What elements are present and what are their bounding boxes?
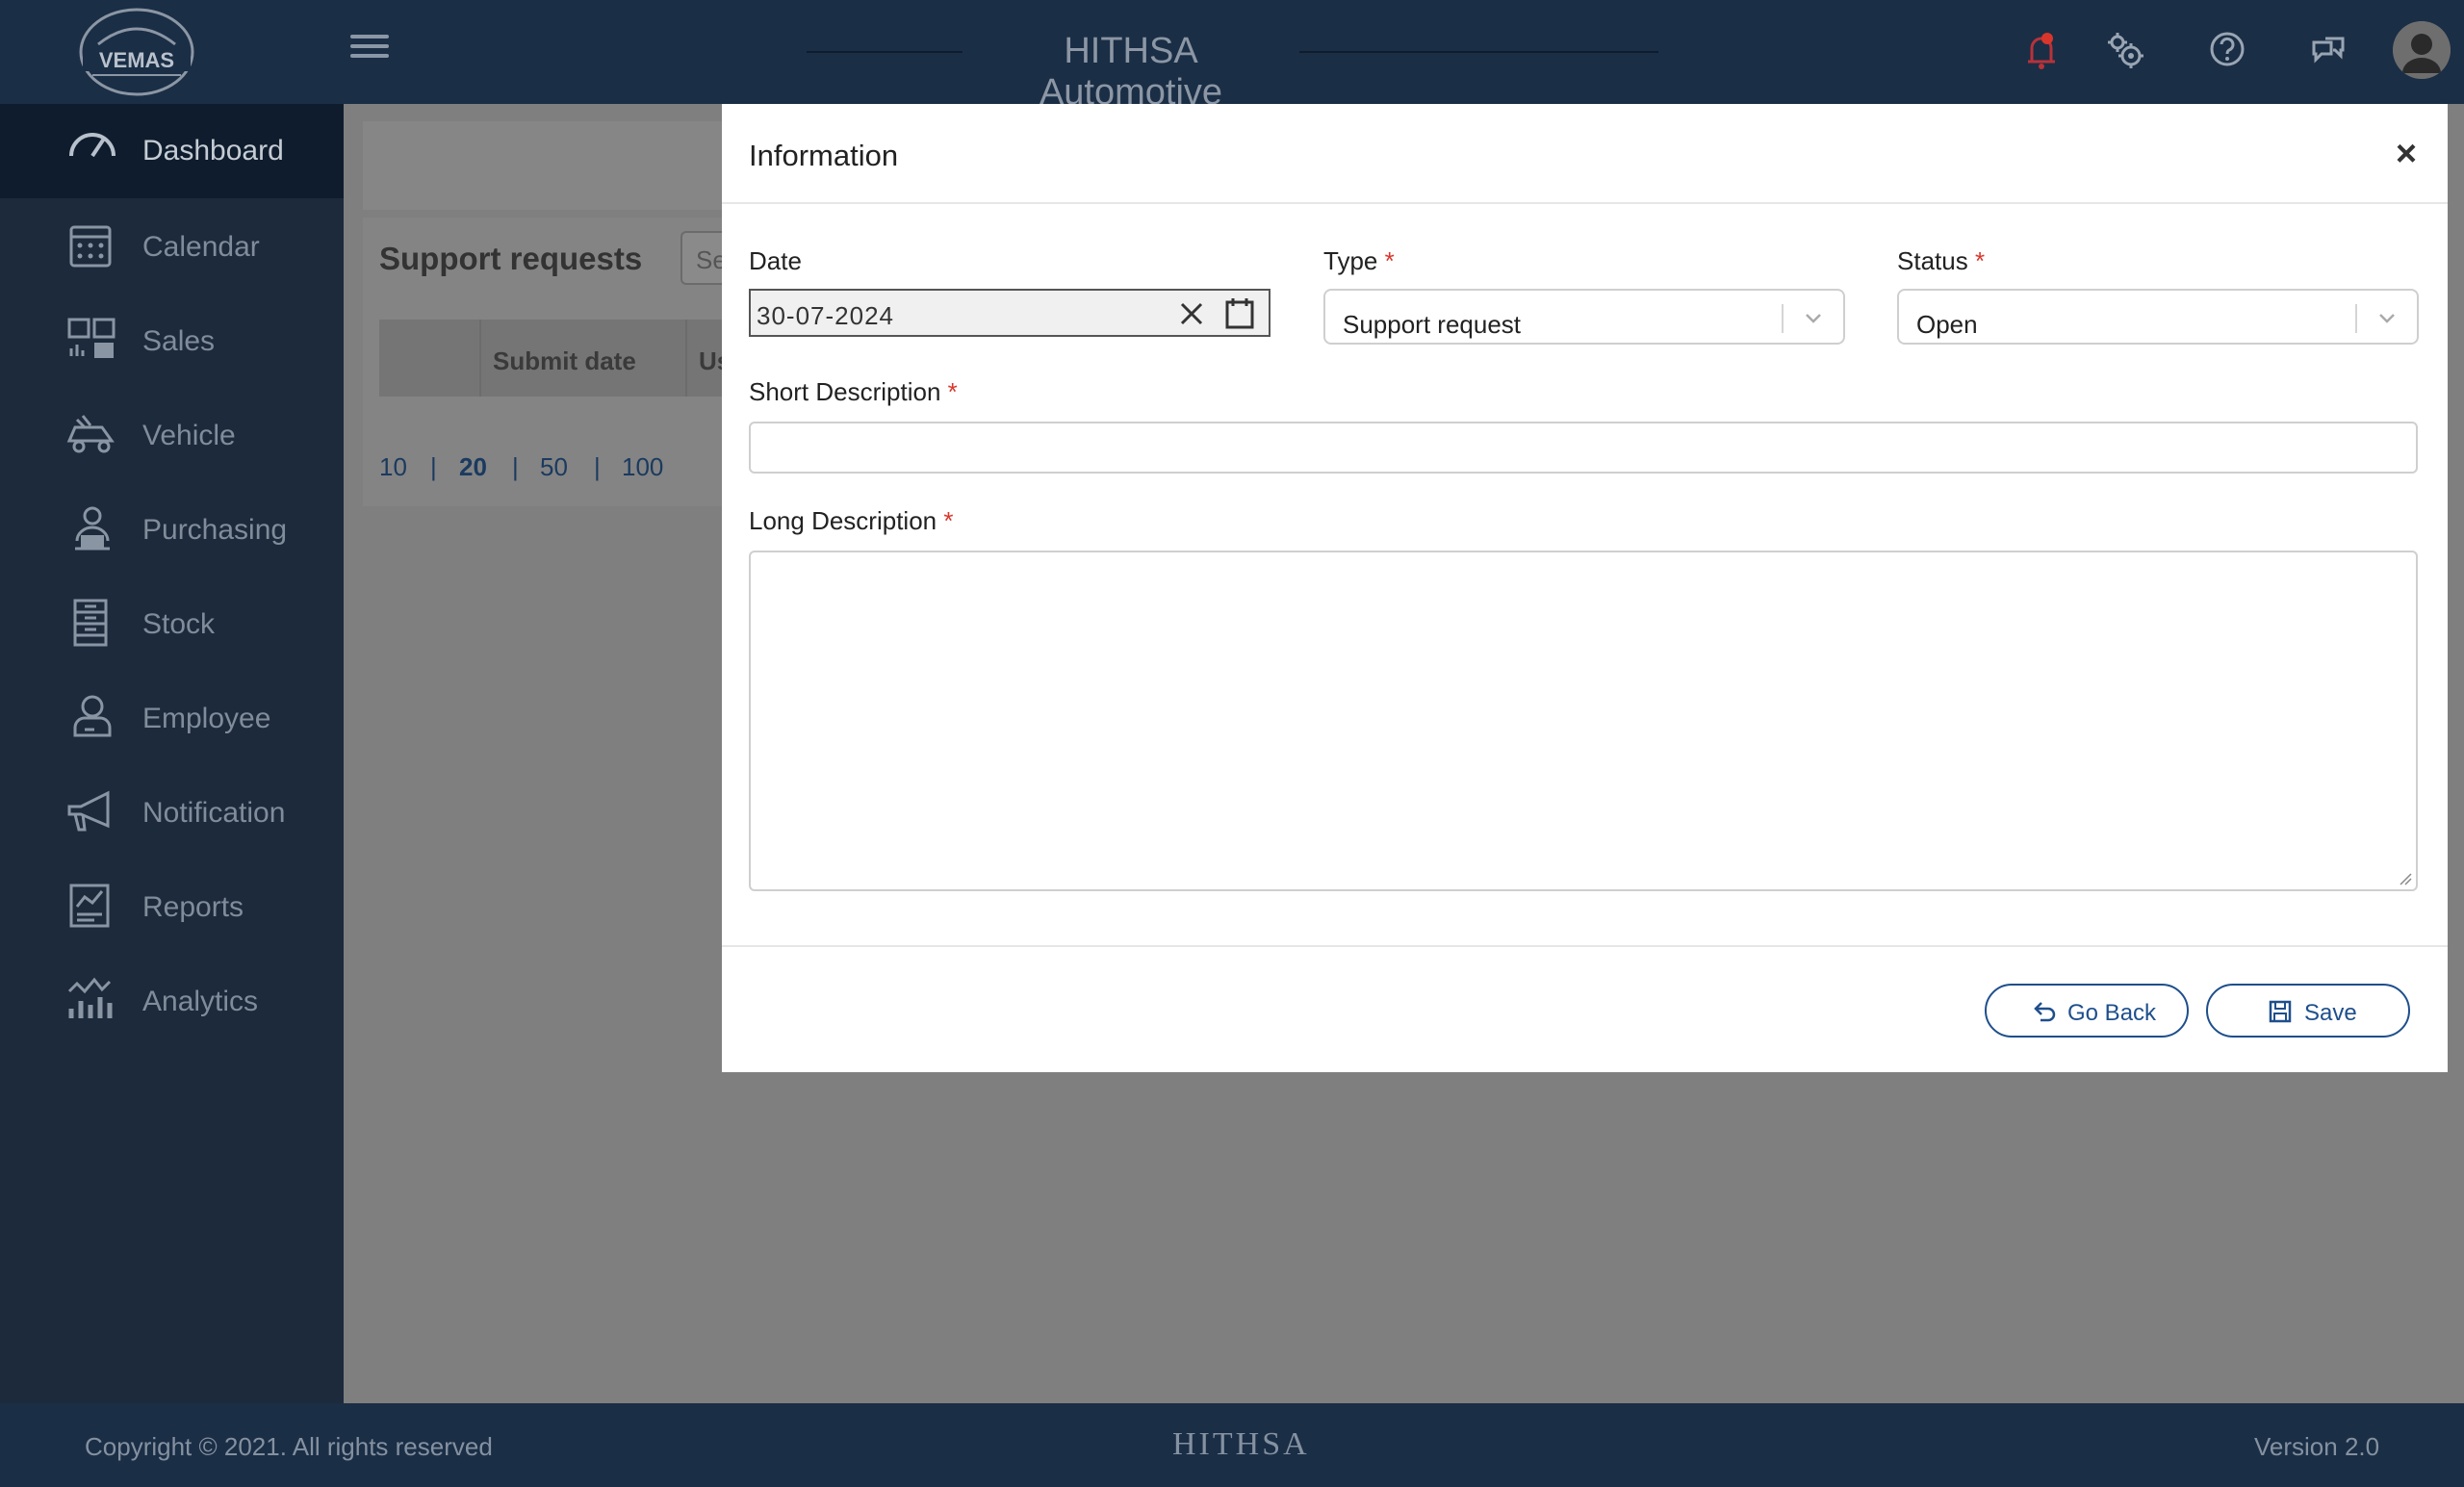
type-label: Type * bbox=[1323, 246, 1395, 276]
required-mark: * bbox=[1974, 246, 1986, 275]
sidebar-item-label: Analytics bbox=[142, 986, 259, 1017]
bell-icon[interactable] bbox=[2015, 25, 2067, 77]
status-label: Status * bbox=[1897, 246, 1985, 276]
date-value: 30-07-2024 bbox=[757, 301, 894, 330]
page-size-100[interactable]: 100 bbox=[622, 452, 663, 482]
sidebar-item-reports[interactable]: Reports bbox=[0, 860, 344, 955]
go-back-button[interactable]: Go Back bbox=[1985, 984, 2189, 1038]
speedometer-icon bbox=[69, 133, 116, 158]
sales-icon bbox=[67, 318, 116, 358]
sidebar-item-dashboard[interactable]: Dashboard bbox=[0, 104, 344, 198]
purchasing-icon bbox=[75, 506, 110, 551]
footer: Copyright © 2021. All rights reserved HI… bbox=[0, 1403, 2464, 1487]
reports-icon bbox=[69, 884, 110, 928]
modal-header: Information × bbox=[722, 104, 2448, 204]
megaphone-icon bbox=[67, 790, 110, 832]
page-size-10[interactable]: 10 bbox=[379, 452, 407, 482]
modal-title: Information bbox=[749, 139, 899, 172]
sidebar-item-stock[interactable]: Stock bbox=[0, 577, 344, 672]
sidebar-item-employee[interactable]: Employee bbox=[0, 672, 344, 766]
sidebar-item-analytics[interactable]: Analytics bbox=[0, 955, 344, 1049]
clear-date-icon[interactable] bbox=[1174, 296, 1209, 331]
top-bar: VEMAS HITHSA Automotive bbox=[0, 0, 2464, 114]
sidebar-item-notification[interactable]: Notification bbox=[0, 766, 344, 860]
information-modal: Information × Date 30-07-2024 Type * Sup… bbox=[722, 104, 2448, 1072]
help-icon[interactable] bbox=[2201, 25, 2253, 77]
sidebar-item-label: Notification bbox=[142, 797, 286, 829]
user-avatar[interactable] bbox=[2393, 21, 2451, 79]
sidebar-item-purchasing[interactable]: Purchasing bbox=[0, 483, 344, 577]
sidebar-item-vehicle[interactable]: Vehicle bbox=[0, 389, 344, 483]
vehicle-icon bbox=[66, 415, 115, 453]
analytics-icon bbox=[67, 977, 113, 1018]
menu-toggle-icon[interactable] bbox=[350, 29, 389, 67]
stock-icon bbox=[73, 599, 108, 647]
page-size-20[interactable]: 20 bbox=[459, 452, 487, 482]
page-size-50[interactable]: 50 bbox=[540, 452, 568, 482]
calendar-icon bbox=[69, 225, 112, 268]
sidebar-item-sales[interactable]: Sales bbox=[0, 295, 344, 389]
gears-icon[interactable] bbox=[2100, 25, 2152, 77]
save-label: Save bbox=[2304, 1000, 2357, 1026]
employee-icon bbox=[73, 695, 112, 737]
copyright-text: Copyright © 2021. All rights reserved bbox=[85, 1432, 493, 1461]
save-button[interactable]: Save bbox=[2206, 984, 2410, 1038]
sidebar-item-label: Purchasing bbox=[142, 514, 288, 546]
footer-brand: HITHSA bbox=[1172, 1426, 1310, 1462]
date-label: Date bbox=[749, 246, 802, 275]
date-field[interactable]: 30-07-2024 bbox=[749, 289, 1270, 337]
short-description-label-text: Short Description bbox=[749, 377, 941, 406]
vemas-logo[interactable]: VEMAS bbox=[69, 6, 204, 98]
resize-handle-icon[interactable] bbox=[2399, 872, 2412, 885]
sidebar-item-label: Calendar bbox=[142, 231, 260, 263]
sidebar-item-label: Employee bbox=[142, 703, 271, 734]
long-description-textarea[interactable] bbox=[749, 551, 2418, 891]
sidebar-item-label: Stock bbox=[142, 608, 216, 640]
floppy-disk-icon bbox=[2269, 1000, 2292, 1023]
chevron-down-icon bbox=[1806, 314, 1821, 323]
page-title: Support requests bbox=[379, 241, 643, 276]
sidebar-item-calendar[interactable]: Calendar bbox=[0, 200, 344, 295]
sidebar-item-label: Reports bbox=[142, 891, 244, 923]
undo-icon bbox=[2034, 1002, 2056, 1022]
type-label-text: Type bbox=[1323, 246, 1378, 275]
modal-footer-divider bbox=[722, 945, 2448, 947]
short-description-label: Short Description * bbox=[749, 377, 958, 407]
type-value: Support request bbox=[1343, 310, 1522, 339]
sidebar-item-label: Dashboard bbox=[142, 135, 284, 167]
pager-separator: | bbox=[594, 452, 601, 481]
app-title: HITHSA Automotive bbox=[962, 31, 1299, 114]
select-divider bbox=[2355, 304, 2357, 333]
required-mark: * bbox=[1384, 246, 1395, 275]
calendar-picker-icon[interactable] bbox=[1222, 296, 1257, 331]
long-description-label: Long Description * bbox=[749, 506, 953, 536]
user-avatar-icon bbox=[2393, 21, 2451, 79]
sidebar: Dashboard Calendar Sales Vehicle Purchas… bbox=[0, 104, 344, 1403]
version-text: Version 2.0 bbox=[2254, 1432, 2380, 1461]
pager-separator: | bbox=[512, 452, 519, 481]
required-mark: * bbox=[947, 377, 958, 406]
pager-separator: | bbox=[430, 452, 437, 481]
chevron-down-icon bbox=[2379, 314, 2395, 323]
select-divider bbox=[1782, 304, 1784, 333]
logo-text: VEMAS bbox=[99, 48, 174, 72]
sidebar-item-label: Sales bbox=[142, 325, 216, 357]
sidebar-item-label: Vehicle bbox=[142, 420, 236, 451]
status-label-text: Status bbox=[1897, 246, 1968, 275]
column-header-submit-date[interactable]: Submit date bbox=[479, 320, 672, 397]
status-value: Open bbox=[1916, 310, 1978, 339]
short-description-input[interactable] bbox=[749, 422, 2418, 474]
type-select[interactable]: Support request bbox=[1323, 289, 1845, 345]
close-icon[interactable]: × bbox=[2389, 136, 2424, 172]
support-chat-icon[interactable] bbox=[2302, 25, 2354, 77]
status-select[interactable]: Open bbox=[1897, 289, 2419, 345]
long-description-label-text: Long Description bbox=[749, 506, 937, 535]
go-back-label: Go Back bbox=[2067, 1000, 2157, 1026]
required-mark: * bbox=[943, 506, 954, 535]
